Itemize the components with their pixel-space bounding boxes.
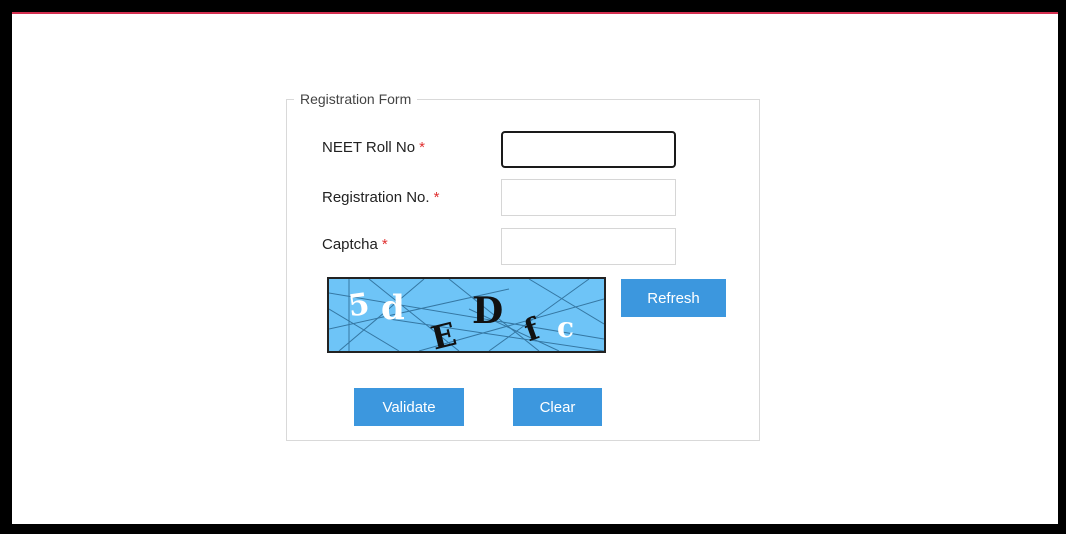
- required-marker: *: [419, 139, 425, 156]
- required-marker: *: [433, 189, 440, 206]
- captcha-image: 5 d E D f c: [327, 277, 606, 353]
- neet-roll-label-text: NEET Roll No: [322, 139, 416, 156]
- top-accent-line: [12, 12, 1058, 14]
- captcha-char: 5: [346, 287, 372, 325]
- captcha-char: d: [381, 288, 405, 328]
- registration-no-label: Registration No. *: [322, 189, 439, 206]
- neet-roll-input[interactable]: [501, 131, 676, 168]
- form-legend: Registration Form: [300, 91, 412, 107]
- captcha-input[interactable]: [501, 228, 676, 265]
- neet-roll-label: NEET Roll No *: [322, 139, 425, 156]
- captcha-label: Captcha *: [322, 236, 388, 253]
- registration-no-label-text: Registration No.: [322, 189, 430, 206]
- captcha-char: c: [557, 311, 574, 344]
- captcha-char: E: [427, 315, 460, 351]
- required-marker: *: [381, 236, 388, 253]
- validate-button[interactable]: Validate: [354, 388, 464, 426]
- page-frame: Registration Form NEET Roll No * Registra…: [12, 12, 1058, 524]
- registration-no-input[interactable]: [501, 179, 676, 216]
- refresh-captcha-button[interactable]: Refresh: [621, 279, 726, 317]
- captcha-char: D: [472, 290, 503, 332]
- captcha-label-text: Captcha: [322, 236, 378, 253]
- clear-button[interactable]: Clear: [513, 388, 602, 426]
